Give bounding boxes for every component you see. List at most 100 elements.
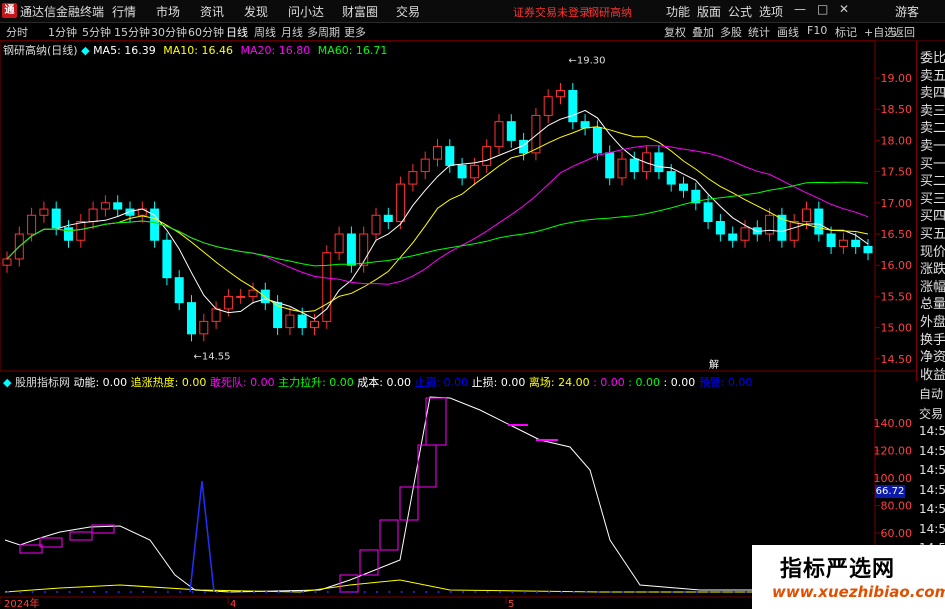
quote-label-3[interactable]: 卖三: [920, 100, 945, 119]
indicator-item-6: 止损: 0.00: [468, 376, 526, 389]
ma10-value: MA10: 16.46: [163, 44, 233, 57]
baseline-marker: [19, 591, 22, 593]
quote-label-7[interactable]: 买二: [920, 170, 945, 189]
quote-label-16[interactable]: 换手: [920, 329, 945, 348]
indicator-tick-label: 120.00: [874, 445, 913, 458]
candle-body: [580, 121, 590, 129]
candle-body: [248, 289, 258, 297]
baseline-marker: [43, 591, 46, 593]
baseline-marker: [326, 591, 329, 593]
trade-row-6[interactable]: 14:56: [919, 502, 945, 516]
baseline-marker: [486, 591, 489, 593]
indicator-item-1: 追涨热度: 0.00: [127, 376, 207, 389]
candle-body: [76, 221, 86, 241]
quote-label-2[interactable]: 卖四: [920, 82, 945, 101]
quote-label-9[interactable]: 买四: [920, 205, 945, 224]
price-tick-label: 17.50: [881, 166, 913, 179]
price-tick-label: 14.50: [881, 353, 913, 366]
quote-label-4[interactable]: 卖二: [920, 117, 945, 136]
quote-label-8[interactable]: 买三: [920, 188, 945, 207]
baseline-marker: [548, 591, 551, 593]
candle-body: [543, 96, 553, 116]
price-tick-label: 19.00: [881, 72, 913, 85]
baseline-marker: [363, 591, 366, 593]
baseline-marker: [720, 591, 723, 593]
indicator-item-5: 止赢: 0.00: [410, 376, 469, 389]
indicator-item-2: 敢死队: 0.00: [206, 376, 275, 389]
ma-legend: 钢研高纳(日线) ◆ MA5: 16.39 MA10: 16.46 MA20: …: [3, 44, 388, 57]
baseline-marker: [339, 591, 342, 593]
watermark: 指标严选网 www.xuezhibiao.com: [752, 545, 945, 609]
date-label: 4: [230, 599, 236, 609]
indicator-name: 股朋指标网: [14, 376, 70, 389]
candle-body: [851, 239, 861, 247]
baseline-marker: [437, 591, 440, 593]
quote-label-11[interactable]: 现价: [920, 241, 945, 260]
baseline-marker: [585, 591, 588, 593]
quote-label-1[interactable]: 卖五: [920, 65, 945, 84]
quote-label-15[interactable]: 外盘: [920, 311, 945, 330]
candle-body: [346, 233, 356, 266]
quote-label-0[interactable]: 委比: [920, 47, 945, 66]
dare-squad-box: [417, 444, 437, 488]
candle-body: [679, 183, 688, 191]
dare-squad-box: [69, 531, 93, 541]
baseline-marker: [708, 591, 711, 593]
quote-label-13[interactable]: 涨幅: [920, 276, 945, 295]
baseline-marker: [425, 591, 428, 593]
candle-body: [100, 202, 110, 210]
baseline-marker: [265, 591, 268, 593]
unlock-mark: 解: [709, 358, 719, 371]
baseline-marker: [68, 591, 71, 593]
candle-body: [27, 214, 37, 235]
trade-row-7[interactable]: 14:56: [919, 522, 945, 536]
quote-label-18[interactable]: 收益: [920, 364, 945, 383]
candle-body: [814, 208, 824, 235]
stock-title: 钢研高纳(日线): [3, 44, 78, 57]
price-tick-label: 15.50: [881, 290, 913, 303]
candle-body: [494, 121, 504, 148]
trade-row-1[interactable]: 交易: [919, 405, 943, 422]
price-tick-label: 16.00: [881, 259, 913, 272]
quote-label-6[interactable]: 买一: [920, 153, 945, 172]
baseline-marker: [745, 591, 747, 593]
quote-label-17[interactable]: 净资: [920, 346, 945, 365]
baseline-marker: [351, 591, 354, 593]
candle-body: [838, 239, 848, 247]
trade-row-2[interactable]: 14:56: [919, 424, 945, 438]
trade-row-3[interactable]: 14:56: [919, 444, 945, 458]
dare-squad-box: [379, 519, 399, 551]
candle-body: [826, 233, 836, 247]
momentum-line: [4, 396, 860, 593]
baseline-marker: [105, 591, 108, 593]
dare-squad-box: [19, 544, 43, 554]
baseline-marker: [179, 591, 182, 593]
quote-label-5[interactable]: 卖一: [920, 135, 945, 154]
candle-body: [39, 208, 49, 216]
dare-squad-box: [39, 537, 63, 548]
kline-chart[interactable]: 19.00 18.50 18.00 17.50 17.00 16.50 16.00 15.50…: [0, 0, 945, 609]
candle-body: [605, 152, 615, 179]
candle-body: [310, 320, 319, 329]
baseline-marker: [376, 591, 378, 593]
quote-label-10[interactable]: 买五: [920, 223, 945, 242]
baseline-marker: [240, 591, 243, 593]
quote-label-14[interactable]: 总量: [920, 293, 945, 312]
price-tick-label: 18.00: [881, 134, 913, 147]
trade-row-5[interactable]: 14:56: [919, 483, 945, 497]
indicator-tick-label: 140.00: [874, 417, 913, 430]
quote-label-12[interactable]: 涨跌: [920, 258, 945, 277]
candle-body: [445, 146, 455, 166]
baseline-marker: [597, 591, 600, 593]
candle-body: [383, 214, 393, 223]
candle-body: [64, 227, 73, 241]
baseline-marker: [228, 591, 231, 593]
trade-row-4[interactable]: 14:56: [919, 463, 945, 477]
trade-row-0[interactable]: 自动: [919, 385, 943, 402]
candle-body: [715, 221, 725, 235]
candle-body: [297, 314, 307, 329]
candle-body: [199, 320, 209, 335]
candle-body: [482, 146, 492, 166]
candle-body: [396, 183, 406, 223]
indicator-item-9: : 0.00: [624, 376, 660, 389]
